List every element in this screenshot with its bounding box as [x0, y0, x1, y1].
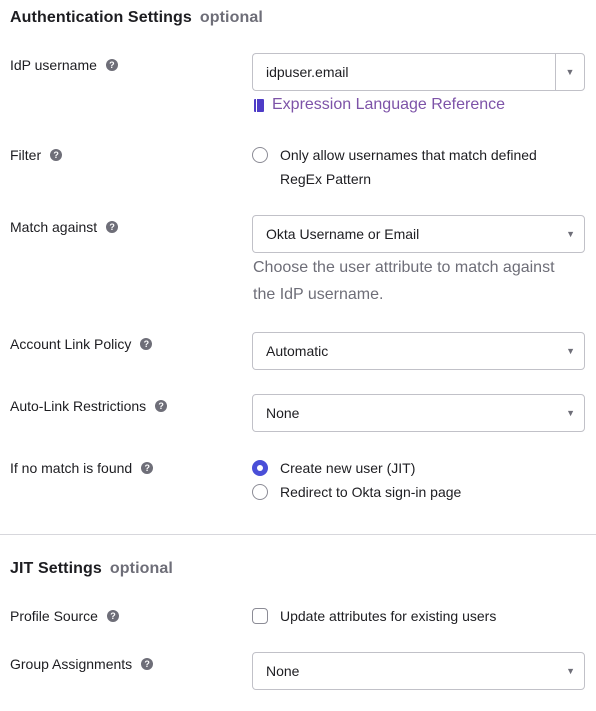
idp-username-input[interactable]: idpuser.email	[252, 53, 555, 91]
account-link-policy-label-row: Account Link Policy ?	[10, 336, 153, 352]
question-mark-help-icon[interactable]: ?	[50, 149, 63, 161]
filter-checkbox-label-line1: Only allow usernames that match defined	[280, 147, 537, 163]
radio-create-new-user[interactable]: Create new user (JIT)	[252, 456, 415, 480]
account-link-policy-select[interactable]: Automatic ▼	[252, 332, 585, 370]
no-match-label-row: If no match is found ?	[10, 460, 154, 476]
idp-username-combobox[interactable]: idpuser.email ▼	[252, 53, 585, 91]
group-assignments-select[interactable]: None ▼	[252, 652, 585, 690]
filter-checkbox[interactable]	[252, 147, 268, 163]
jit-settings-optional: optional	[109, 560, 173, 577]
question-mark-help-icon[interactable]: ?	[105, 59, 118, 71]
account-link-policy-label: Account Link Policy	[10, 336, 132, 352]
radio-redirect-to-okta-control[interactable]	[252, 484, 268, 500]
match-against-help-line2: the IdP username.	[253, 286, 384, 303]
question-mark-help-icon[interactable]: ?	[140, 338, 153, 350]
jit-settings-heading: JIT Settings	[10, 560, 102, 577]
match-against-label: Match against	[10, 219, 98, 235]
filter-label: Filter	[10, 147, 42, 163]
profile-source-checkbox-row[interactable]: Update attributes for existing users	[252, 604, 496, 628]
match-against-help-text: Choose the user attribute to match again…	[253, 254, 583, 308]
radio-create-new-user-label: Create new user (JIT)	[280, 460, 416, 476]
question-mark-help-icon[interactable]: ?	[106, 221, 119, 233]
match-against-help-line1: Choose the user attribute to match again…	[253, 259, 555, 276]
auth-settings-optional: optional	[199, 9, 263, 26]
auth-settings-heading: Authentication Settings	[10, 9, 192, 26]
match-against-select[interactable]: Okta Username or Email ▼	[252, 215, 585, 253]
auth-settings-title: Authentication Settings optional	[10, 9, 263, 27]
filter-label-row: Filter ?	[10, 147, 63, 163]
idp-username-dropdown-toggle[interactable]: ▼	[555, 53, 585, 91]
auto-link-restrictions-value: None	[266, 405, 300, 421]
idp-username-label-row: IdP username ?	[10, 57, 118, 73]
profile-source-label: Profile Source	[10, 608, 98, 624]
idp-username-value: idpuser.email	[266, 64, 349, 80]
match-against-label-row: Match against ?	[10, 219, 119, 235]
book-icon	[254, 98, 264, 112]
radio-create-new-user-control[interactable]	[252, 460, 268, 476]
filter-checkbox-label-line2: RegEx Pattern	[280, 171, 372, 187]
caret-down-icon: ▼	[566, 229, 575, 239]
auto-link-restrictions-label: Auto-Link Restrictions	[10, 398, 147, 414]
profile-source-checkbox[interactable]	[252, 608, 268, 624]
caret-down-icon: ▼	[566, 408, 575, 418]
caret-down-icon: ▼	[566, 346, 575, 356]
question-mark-help-icon[interactable]: ?	[141, 462, 154, 474]
filter-checkbox-row[interactable]: Only allow usernames that match defined …	[252, 143, 537, 191]
caret-down-icon: ▼	[565, 67, 575, 77]
group-assignments-label-row: Group Assignments ?	[10, 656, 154, 672]
radio-redirect-to-okta[interactable]: Redirect to Okta sign-in page	[252, 480, 461, 504]
section-divider	[0, 534, 596, 535]
profile-source-label-row: Profile Source ?	[10, 608, 119, 624]
question-mark-help-icon[interactable]: ?	[141, 658, 154, 670]
expression-language-reference-link[interactable]: Expression Language Reference	[254, 96, 505, 114]
auto-link-restrictions-select[interactable]: None ▼	[252, 394, 585, 432]
jit-settings-title: JIT Settings optional	[10, 560, 173, 578]
radio-redirect-to-okta-label: Redirect to Okta sign-in page	[280, 484, 462, 500]
filter-checkbox-label: Only allow usernames that match defined …	[280, 143, 537, 191]
caret-down-icon: ▼	[566, 666, 575, 676]
group-assignments-label: Group Assignments	[10, 656, 133, 672]
match-against-value: Okta Username or Email	[266, 226, 420, 242]
question-mark-help-icon[interactable]: ?	[155, 400, 168, 412]
no-match-label: If no match is found	[10, 460, 133, 476]
idp-username-label: IdP username	[10, 57, 97, 73]
question-mark-help-icon[interactable]: ?	[106, 610, 119, 622]
group-assignments-value: None	[266, 663, 300, 679]
account-link-policy-value: Automatic	[266, 343, 329, 359]
expression-language-reference-text: Expression Language Reference	[272, 96, 506, 113]
profile-source-checkbox-label: Update attributes for existing users	[280, 608, 497, 624]
auto-link-restrictions-label-row: Auto-Link Restrictions ?	[10, 398, 168, 414]
